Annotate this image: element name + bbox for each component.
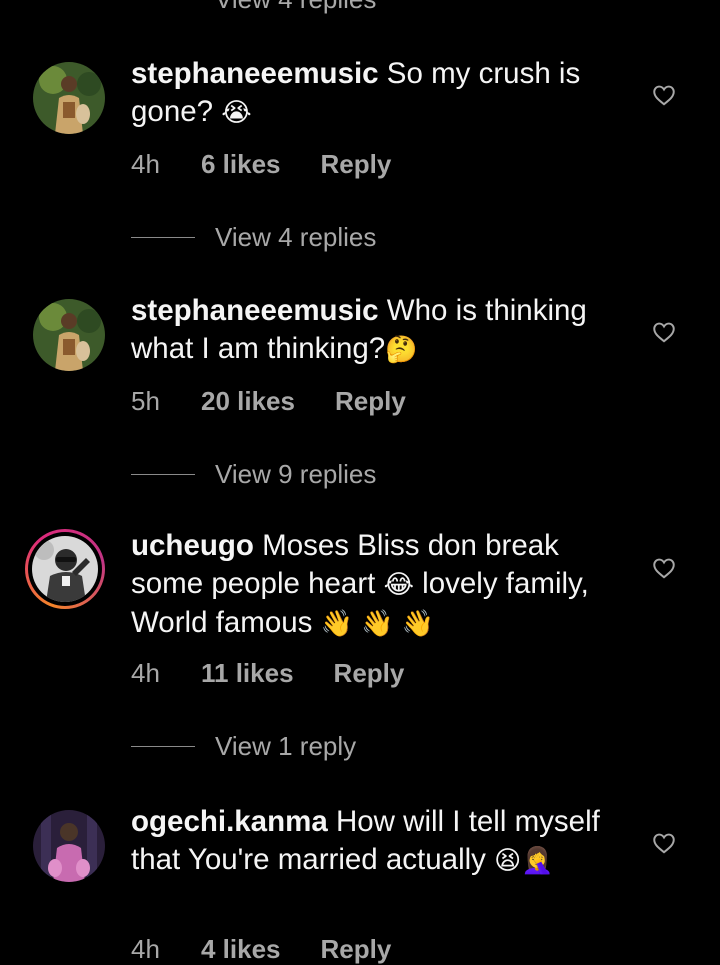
comment-body: stephaneeemusic So my crush is gone? 😭 — [131, 55, 631, 132]
comment-time: 5h — [131, 386, 160, 416]
view-replies-link[interactable]: View 9 replies — [131, 459, 376, 489]
comment-time: 4h — [131, 934, 160, 964]
heart-icon[interactable] — [651, 82, 677, 108]
comment-emoji: 👋 👋 👋 — [320, 609, 435, 639]
comment-likes[interactable]: 6 likes — [201, 149, 281, 180]
avatar[interactable] — [33, 810, 105, 882]
comment-username[interactable]: ogechi.kanma — [131, 805, 328, 838]
comment-meta: 4h 11 likes Reply — [131, 658, 404, 689]
comment-likes[interactable]: 4 likes — [201, 934, 281, 965]
comment-emoji: 😂 — [383, 570, 414, 600]
divider-line — [131, 745, 195, 747]
avatar[interactable] — [33, 299, 105, 371]
comment-body: ogechi.kanma How will I tell myself that… — [131, 803, 631, 880]
comment-body: stephaneeemusic Who is thinking what I a… — [131, 292, 631, 369]
reply-button[interactable]: Reply — [321, 934, 392, 965]
reply-button[interactable]: Reply — [321, 149, 392, 180]
comment-emoji: 🤔 — [385, 335, 418, 365]
divider-line — [131, 236, 195, 238]
view-replies-link[interactable]: View 4 replies — [215, 0, 376, 15]
comment-body: ucheugo Moses Bliss don break some peopl… — [131, 527, 631, 643]
view-replies-link[interactable]: View 1 reply — [131, 731, 356, 761]
comment-time: 4h — [131, 658, 160, 688]
comment-likes[interactable]: 11 likes — [201, 658, 294, 689]
heart-icon[interactable] — [651, 319, 677, 345]
avatar — [32, 536, 98, 602]
reply-button[interactable]: Reply — [335, 386, 406, 417]
comment-username[interactable]: stephaneeemusic — [131, 57, 379, 90]
comment-time: 4h — [131, 149, 160, 179]
heart-icon[interactable] — [651, 830, 677, 856]
heart-icon[interactable] — [651, 555, 677, 581]
comment-username[interactable]: ucheugo — [131, 529, 254, 562]
comment-likes[interactable]: 20 likes — [201, 386, 295, 417]
view-replies-label: View 9 replies — [215, 458, 377, 489]
comment-meta: 4h 6 likes Reply — [131, 149, 391, 180]
view-replies-label: View 4 replies — [215, 221, 377, 252]
avatar[interactable] — [33, 62, 105, 134]
view-replies-link[interactable]: View 4 replies — [131, 222, 376, 252]
avatar-story-ring[interactable] — [25, 529, 105, 609]
divider-line — [131, 473, 195, 475]
comment-meta: 5h 20 likes Reply — [131, 386, 406, 417]
reply-button[interactable]: Reply — [334, 658, 405, 689]
comment-username[interactable]: stephaneeemusic — [131, 294, 379, 327]
view-replies-label: View 1 reply — [215, 730, 357, 761]
comment-emoji: 😭 — [221, 98, 252, 128]
comment-meta: 4h 4 likes Reply — [131, 934, 391, 965]
comment-emoji: 😫🤦‍♀️ — [494, 846, 554, 876]
